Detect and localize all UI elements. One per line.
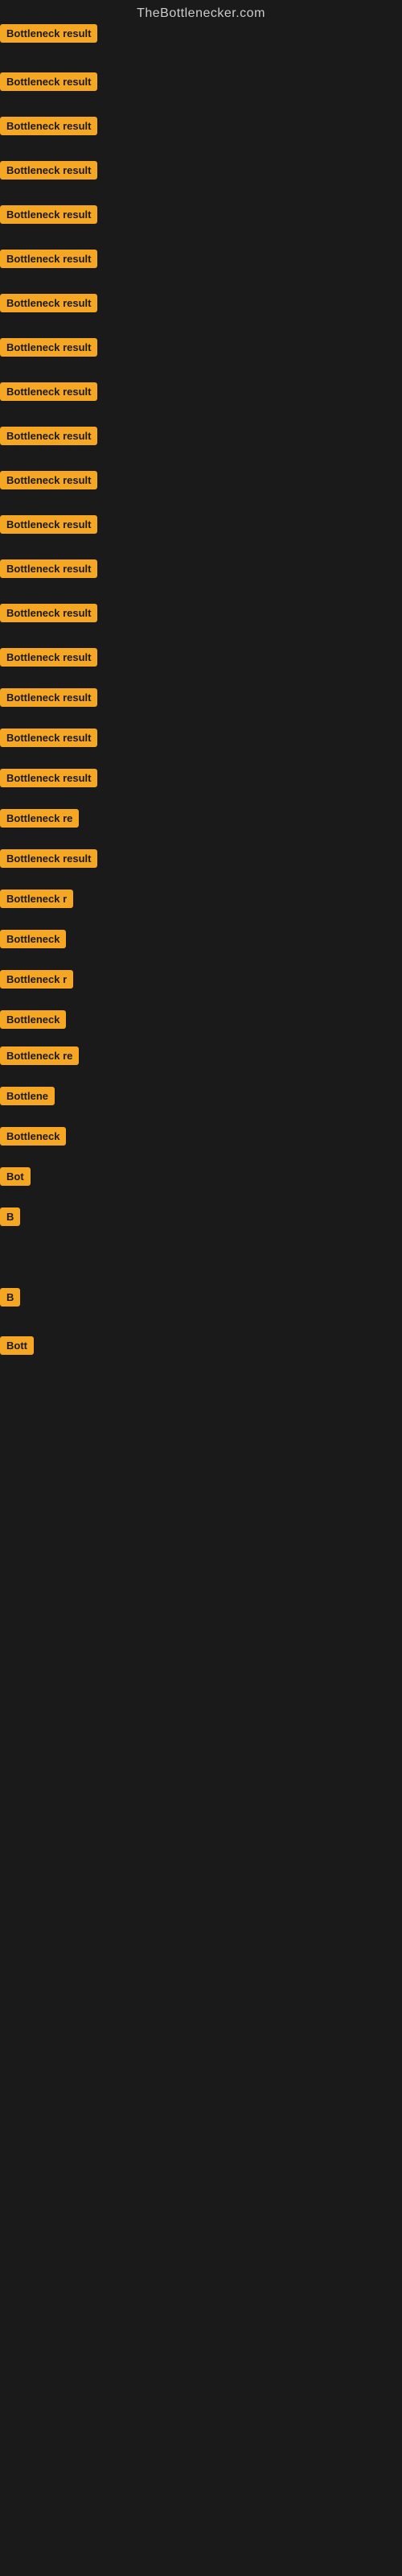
bottleneck-badge: Bottleneck result (0, 559, 97, 578)
bottleneck-badge: Bottleneck (0, 1010, 66, 1029)
list-item[interactable]: Bottleneck result (0, 849, 97, 872)
bottleneck-badge: Bottleneck result (0, 515, 97, 534)
bottleneck-badge: Bottleneck result (0, 688, 97, 707)
list-item[interactable]: B (0, 1208, 20, 1230)
site-title: TheBottlenecker.com (0, 0, 402, 27)
bottleneck-badge: Bottleneck result (0, 117, 97, 135)
list-item[interactable]: Bot (0, 1167, 31, 1190)
list-item[interactable]: Bottleneck (0, 930, 66, 952)
bottleneck-badge: Bottleneck result (0, 24, 97, 43)
list-item[interactable]: Bottleneck result (0, 471, 97, 493)
bottleneck-badge: Bottleneck result (0, 161, 97, 180)
list-item[interactable]: Bottleneck re (0, 809, 79, 832)
list-item[interactable]: Bottlene (0, 1087, 55, 1109)
list-item[interactable]: Bottleneck result (0, 205, 97, 228)
bottleneck-badge: Bottleneck result (0, 250, 97, 268)
bottleneck-badge: Bottleneck result (0, 648, 97, 667)
list-item[interactable]: Bottleneck result (0, 427, 97, 449)
list-item[interactable]: Bottleneck result (0, 559, 97, 582)
bottleneck-badge: Bottleneck r (0, 890, 73, 908)
list-item[interactable]: Bottleneck result (0, 294, 97, 316)
bottleneck-badge: Bottleneck re (0, 809, 79, 828)
bottleneck-badge: Bottleneck result (0, 849, 97, 868)
list-item[interactable]: B (0, 1288, 20, 1311)
bottleneck-badge: B (0, 1288, 20, 1307)
list-item[interactable]: Bottleneck re (0, 1046, 79, 1069)
bottleneck-badge: Bot (0, 1167, 31, 1186)
list-item[interactable]: Bottleneck result (0, 604, 97, 626)
list-item[interactable]: Bott (0, 1336, 34, 1359)
bottleneck-badge: Bottleneck (0, 1127, 66, 1146)
bottleneck-badge: Bottlene (0, 1087, 55, 1105)
bottleneck-badge: Bottleneck result (0, 205, 97, 224)
list-item[interactable]: Bottleneck result (0, 515, 97, 538)
list-item[interactable]: Bottleneck result (0, 161, 97, 184)
bottleneck-badge: Bottleneck result (0, 729, 97, 747)
list-item[interactable]: Bottleneck result (0, 72, 97, 95)
list-item[interactable]: Bottleneck result (0, 382, 97, 405)
list-item[interactable]: Bottleneck r (0, 970, 73, 993)
list-item[interactable]: Bottleneck result (0, 688, 97, 711)
list-item[interactable]: Bottleneck result (0, 769, 97, 791)
list-item[interactable]: Bottleneck result (0, 24, 97, 47)
list-item[interactable]: Bottleneck r (0, 890, 73, 912)
bottleneck-badge: Bottleneck result (0, 471, 97, 489)
list-item[interactable]: Bottleneck (0, 1127, 66, 1150)
bottleneck-badge: Bottleneck result (0, 294, 97, 312)
list-item[interactable]: Bottleneck result (0, 338, 97, 361)
list-item[interactable]: Bottleneck result (0, 648, 97, 671)
bottleneck-badge: Bottleneck result (0, 769, 97, 787)
list-item[interactable]: Bottleneck result (0, 729, 97, 751)
bottleneck-badge: Bottleneck result (0, 72, 97, 91)
bottleneck-badge: Bottleneck result (0, 604, 97, 622)
bottleneck-badge: Bottleneck r (0, 970, 73, 989)
bottleneck-badge: Bottleneck result (0, 382, 97, 401)
bottleneck-badge: Bottleneck result (0, 427, 97, 445)
list-item[interactable]: Bottleneck result (0, 117, 97, 139)
bottleneck-badge: B (0, 1208, 20, 1226)
list-item[interactable]: Bottleneck result (0, 250, 97, 272)
bottleneck-badge: Bott (0, 1336, 34, 1355)
bottleneck-badge: Bottleneck (0, 930, 66, 948)
list-item[interactable]: Bottleneck (0, 1010, 66, 1033)
bottleneck-badge: Bottleneck re (0, 1046, 79, 1065)
bottleneck-badge: Bottleneck result (0, 338, 97, 357)
